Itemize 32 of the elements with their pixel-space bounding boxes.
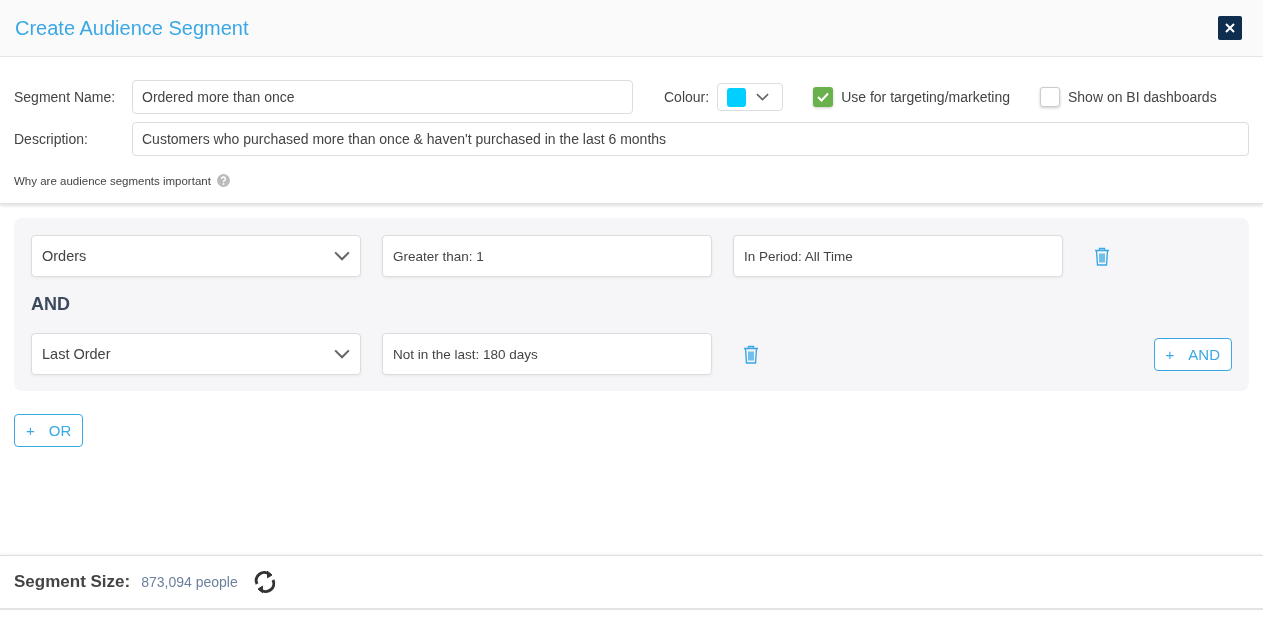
trash-icon xyxy=(743,344,759,364)
delete-button[interactable] xyxy=(743,344,759,364)
segment-size-label: Segment Size: xyxy=(14,572,131,592)
condition-input[interactable]: In Period: All Time xyxy=(733,235,1063,277)
condition-input[interactable]: Greater than: 1 xyxy=(382,235,712,277)
checkbox-label: Show on BI dashboards xyxy=(1068,89,1217,105)
colour-picker[interactable] xyxy=(717,83,784,111)
field-label: Description: xyxy=(14,131,89,147)
help-link[interactable]: Why are audience segments important xyxy=(14,174,211,187)
field-label: Colour: xyxy=(664,89,710,105)
condition-dropdown[interactable]: Last Order xyxy=(31,333,361,375)
description-input[interactable]: Customers who purchased more than once & haven't purchased in the last 6 months xyxy=(132,122,1249,156)
checkbox-label: Use for targeting/marketing xyxy=(841,89,1010,105)
condition-dropdown[interactable]: Orders xyxy=(31,235,361,277)
dialog-title: Create Audience Segment xyxy=(15,16,249,40)
chevron-down-icon xyxy=(756,93,770,101)
checkbox[interactable] xyxy=(1040,87,1060,107)
field-label: Segment Name: xyxy=(14,89,117,105)
close-icon xyxy=(1225,23,1235,33)
delete-button[interactable] xyxy=(1094,246,1110,266)
close-button[interactable] xyxy=(1218,16,1242,40)
segment-name-input[interactable]: Ordered more than once xyxy=(132,80,633,114)
help-icon xyxy=(216,174,230,187)
checkbox[interactable] xyxy=(813,87,834,107)
chevron-down-icon xyxy=(334,251,350,261)
condition-input[interactable]: Not in the last: 180 days xyxy=(382,333,712,375)
chevron-down-icon xyxy=(334,349,350,359)
checkmark-icon xyxy=(817,92,830,102)
segment-size-value: 873,094 people xyxy=(141,574,238,590)
trash-icon xyxy=(1094,246,1110,266)
and-connector: AND xyxy=(31,294,71,315)
refresh-icon[interactable] xyxy=(252,568,277,596)
